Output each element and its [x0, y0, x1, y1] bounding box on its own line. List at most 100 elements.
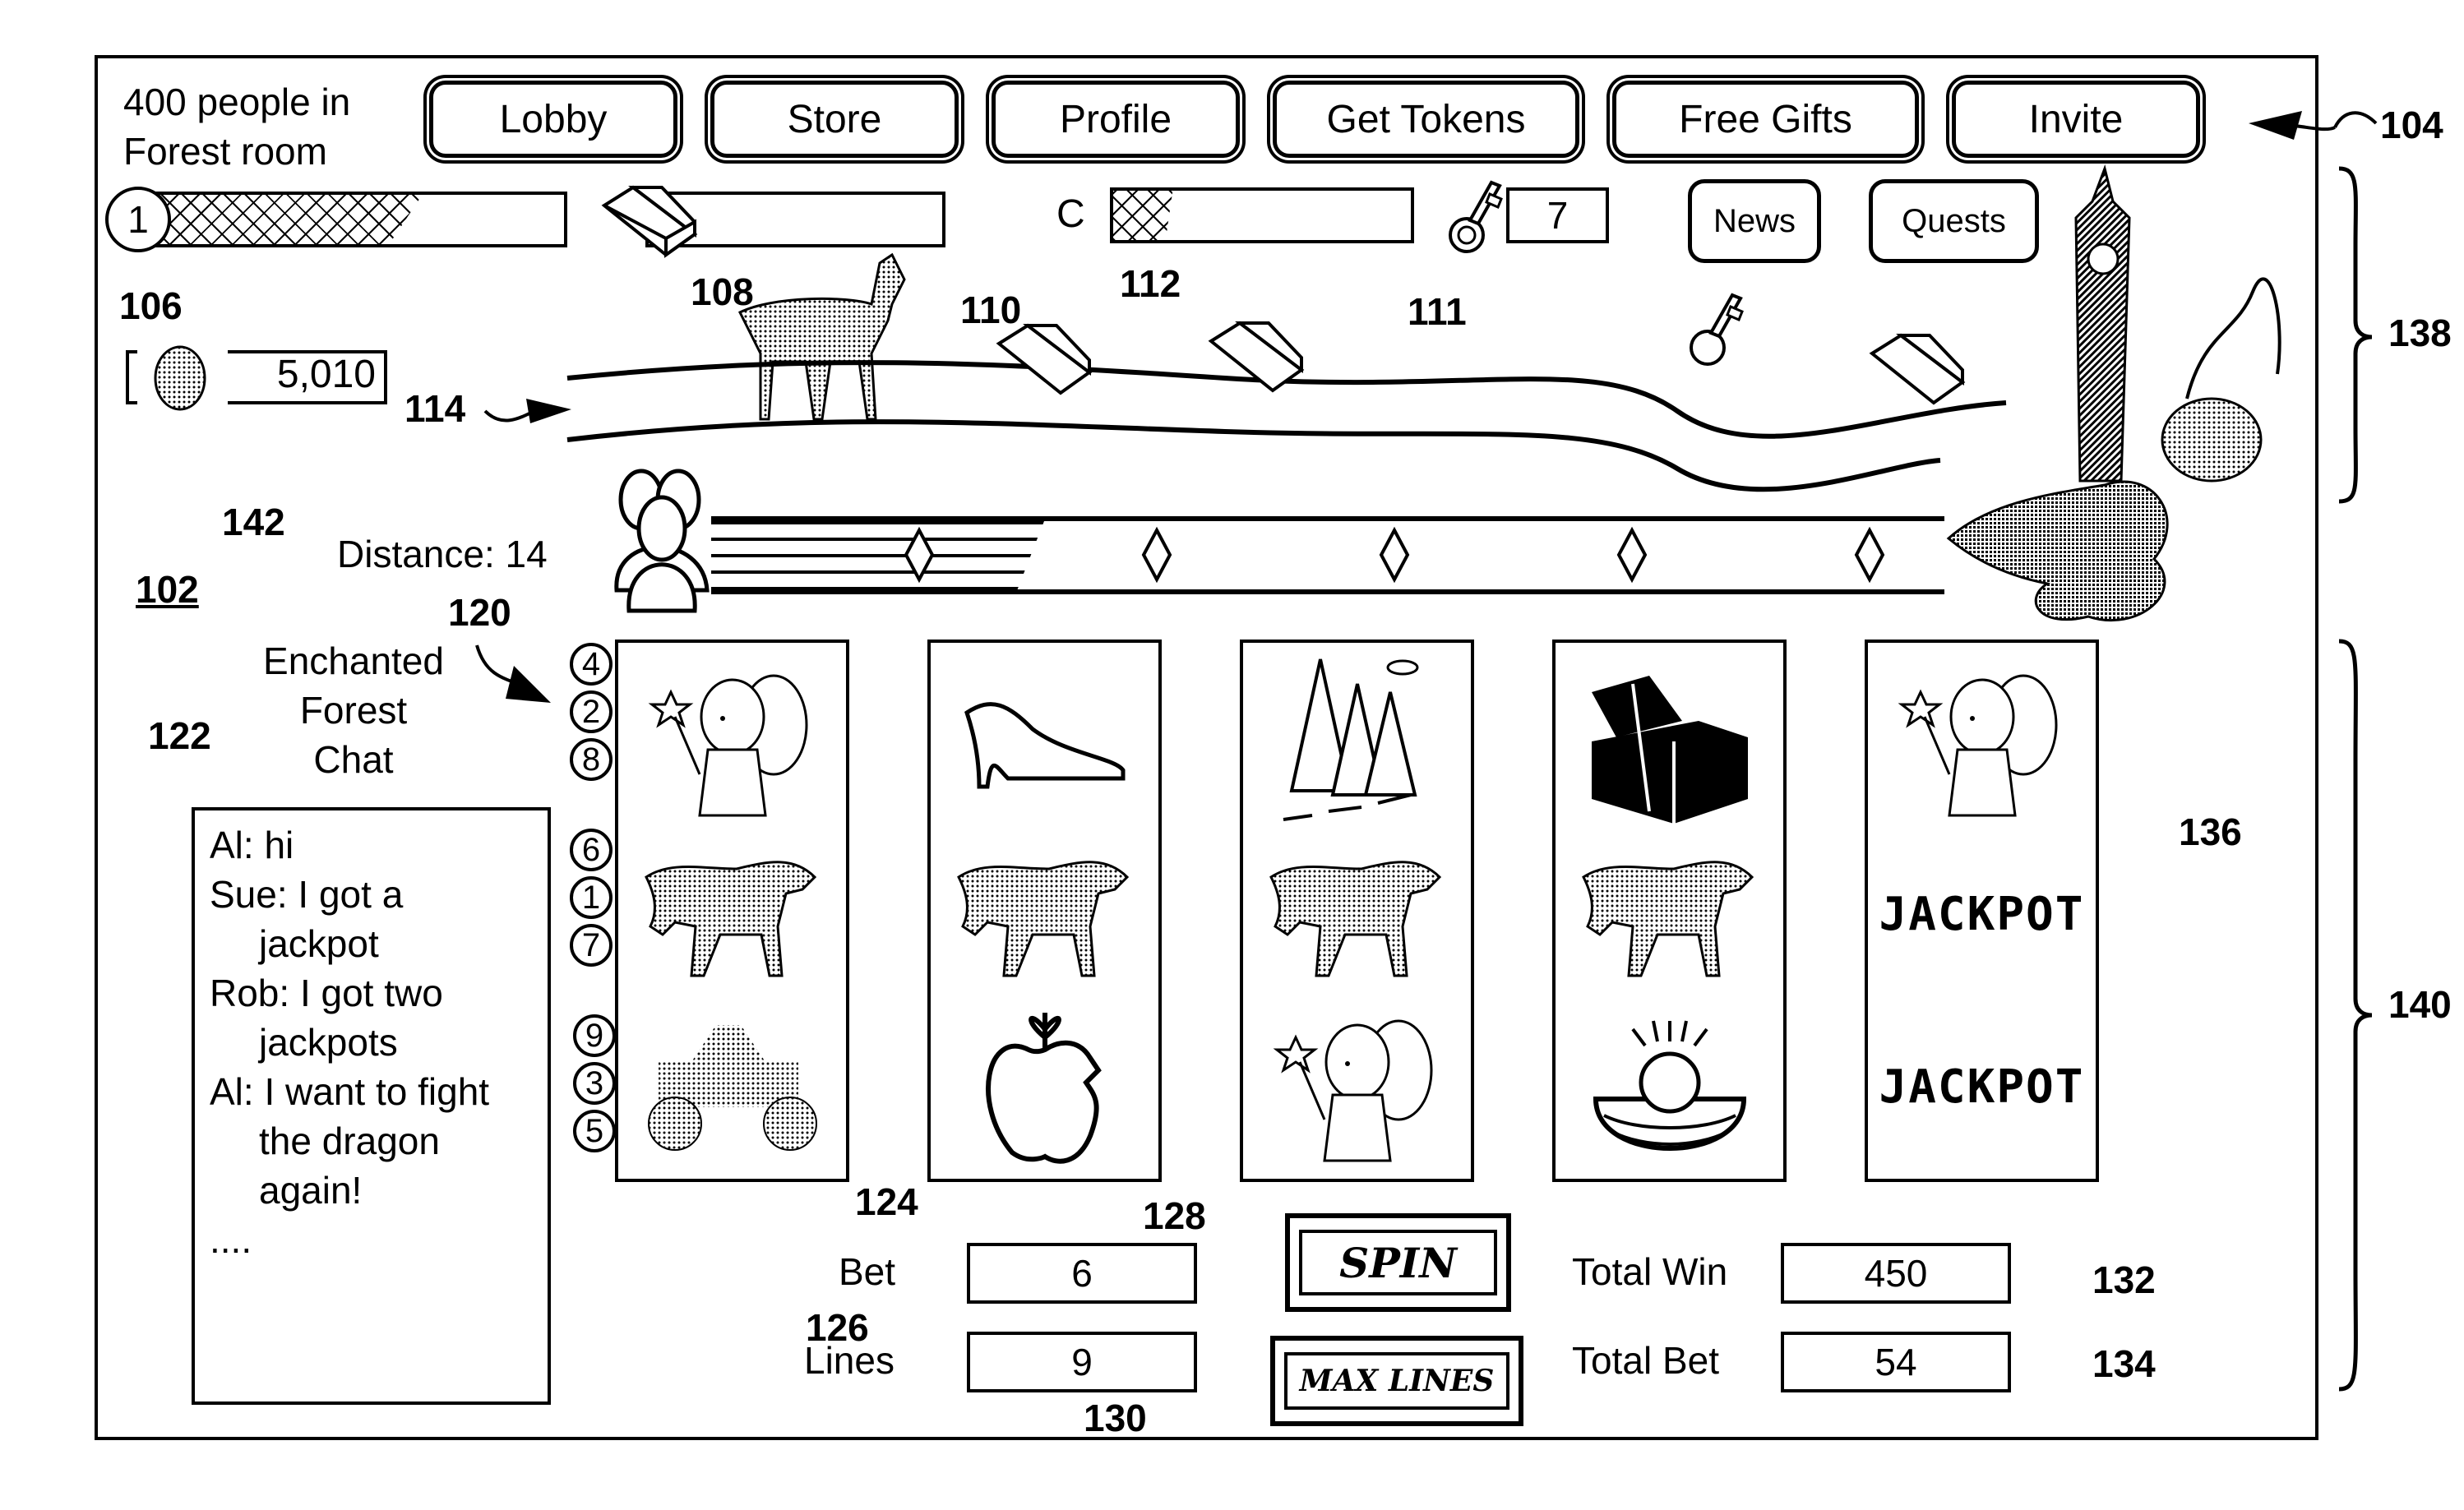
ref-110: 110 — [960, 289, 1022, 331]
free-gifts-button[interactable]: Free Gifts — [1612, 81, 1919, 158]
room-status-line-1: 400 people in — [123, 81, 351, 123]
payline-number: 1 — [581, 879, 601, 916]
carriage-icon — [618, 1004, 846, 1169]
chat-title-line: Forest — [299, 688, 408, 732]
ref-126: 126 — [806, 1306, 869, 1349]
milestone-diamond-icon — [904, 526, 935, 584]
golden-egg-nest-icon — [1556, 1004, 1783, 1169]
key-count: 7 — [1506, 187, 1609, 243]
lobby-button[interactable]: Lobby — [429, 81, 677, 158]
chat-more-ellipsis: .... — [210, 1218, 252, 1261]
glass-slipper-icon — [931, 659, 1158, 824]
total-win-display: 450 — [1781, 1243, 2011, 1304]
fairy-icon — [1868, 659, 2096, 824]
lobby-label: Lobby — [499, 97, 608, 141]
payline-9[interactable]: 9 — [573, 1014, 616, 1057]
treasure-chest-icon — [1556, 659, 1783, 824]
ref-136: 136 — [2179, 810, 2242, 853]
payline-2[interactable]: 2 — [570, 690, 613, 733]
key-collectible-icon — [1690, 293, 1744, 366]
chat-log[interactable]: Al: hi Sue: I got a jackpot Rob: I got tw… — [192, 807, 551, 1405]
ref-arrow-114 — [483, 399, 571, 423]
ref-arrow-120 — [475, 644, 551, 703]
reel-5: JACKPOT JACKPOT — [1865, 640, 2099, 1182]
collection-label: C — [1056, 192, 1085, 236]
lines-input[interactable]: 9 — [967, 1332, 1197, 1392]
get-tokens-button[interactable]: Get Tokens — [1273, 81, 1579, 158]
bet-value: 6 — [1071, 1252, 1093, 1295]
player-group-icon — [614, 469, 710, 613]
payline-number: 4 — [581, 645, 601, 682]
jackpot-text: JACKPOT — [1879, 1060, 2085, 1114]
ref-142: 142 — [222, 501, 285, 543]
payline-number: 2 — [581, 693, 601, 730]
total-win-label: Total Win — [1572, 1250, 1728, 1293]
ref-108: 108 — [691, 270, 754, 313]
chat-title: Enchanted Forest Chat — [247, 637, 460, 784]
bet-input[interactable]: 6 — [967, 1243, 1197, 1304]
wolf-icon — [931, 832, 1158, 996]
get-tokens-label: Get Tokens — [1326, 97, 1526, 141]
profile-label: Profile — [1059, 97, 1172, 141]
max-lines-label: MAX LINES — [1284, 1352, 1509, 1410]
payline-6[interactable]: 6 — [570, 829, 613, 871]
section-brace-140 — [2338, 639, 2373, 1392]
jackpot-symbol: JACKPOT — [1868, 1004, 2096, 1169]
collection-progress-bar — [1110, 187, 1414, 243]
level-number: 1 — [127, 198, 149, 241]
chat-title-line: Chat — [313, 737, 394, 781]
milestone-diamond-icon — [1616, 526, 1648, 584]
collection-progress-fill — [1113, 191, 1173, 240]
max-lines-button[interactable]: MAX LINES — [1270, 1336, 1523, 1426]
group-progress-track — [711, 516, 1944, 594]
ref-114: 114 — [405, 387, 466, 430]
gold-bar-collectible-icon — [1869, 333, 1966, 405]
chat-message-text: Rob: I got two — [210, 972, 443, 1014]
group-progress-fill — [711, 521, 1044, 589]
invite-button[interactable]: Invite — [1952, 81, 2200, 158]
chat-message: Al: I want to fight the dragon again! — [210, 1067, 533, 1215]
payline-5[interactable]: 5 — [573, 1110, 616, 1152]
jackpot-text: JACKPOT — [1879, 887, 2085, 941]
free-gifts-label: Free Gifts — [1679, 97, 1852, 141]
ref-111: 111 — [1408, 290, 1467, 333]
ref-arrow-104 — [2249, 111, 2378, 140]
wolf-icon — [618, 832, 846, 996]
reel-3 — [1240, 640, 1474, 1182]
news-button[interactable]: News — [1688, 179, 1821, 263]
total-bet-display: 54 — [1781, 1332, 2011, 1392]
level-progress-bar — [144, 192, 567, 247]
store-button[interactable]: Store — [710, 81, 959, 158]
lines-value: 9 — [1071, 1341, 1093, 1383]
payline-1[interactable]: 1 — [570, 876, 613, 919]
clock-tower-icon — [2074, 164, 2281, 483]
key-count-value: 7 — [1546, 194, 1569, 237]
chat-message-text: Al: I want to fight — [210, 1070, 490, 1113]
ref-138: 138 — [2388, 312, 2452, 354]
quests-button[interactable]: Quests — [1869, 179, 2039, 263]
total-bet-value: 54 — [1875, 1341, 1917, 1383]
spin-button[interactable]: SPIN — [1285, 1213, 1511, 1312]
spin-label: SPIN — [1299, 1230, 1497, 1295]
payline-3[interactable]: 3 — [573, 1062, 616, 1105]
payline-8[interactable]: 8 — [570, 738, 613, 781]
quests-label: Quests — [1902, 202, 2006, 239]
wolf-icon — [1556, 832, 1783, 996]
pine-trees-icon — [1243, 658, 1471, 824]
payline-7[interactable]: 7 — [570, 924, 613, 967]
payline-4[interactable]: 4 — [570, 643, 613, 686]
ref-104: 104 — [2380, 104, 2443, 146]
wolf-icon — [1243, 832, 1471, 996]
milestone-diamond-icon — [1854, 526, 1885, 584]
store-label: Store — [787, 97, 882, 141]
gold-bar-collectible-icon — [1208, 321, 1305, 393]
level-progress-fill — [147, 195, 423, 244]
payline-number: 6 — [581, 831, 601, 868]
ref-112: 112 — [1120, 262, 1181, 305]
jackpot-symbol: JACKPOT — [1868, 832, 2096, 996]
news-label: News — [1713, 202, 1796, 239]
distance-readout: Distance: 14 — [337, 533, 548, 575]
profile-button[interactable]: Profile — [992, 81, 1240, 158]
total-win-value: 450 — [1864, 1252, 1928, 1295]
level-badge: 1 — [105, 187, 171, 252]
